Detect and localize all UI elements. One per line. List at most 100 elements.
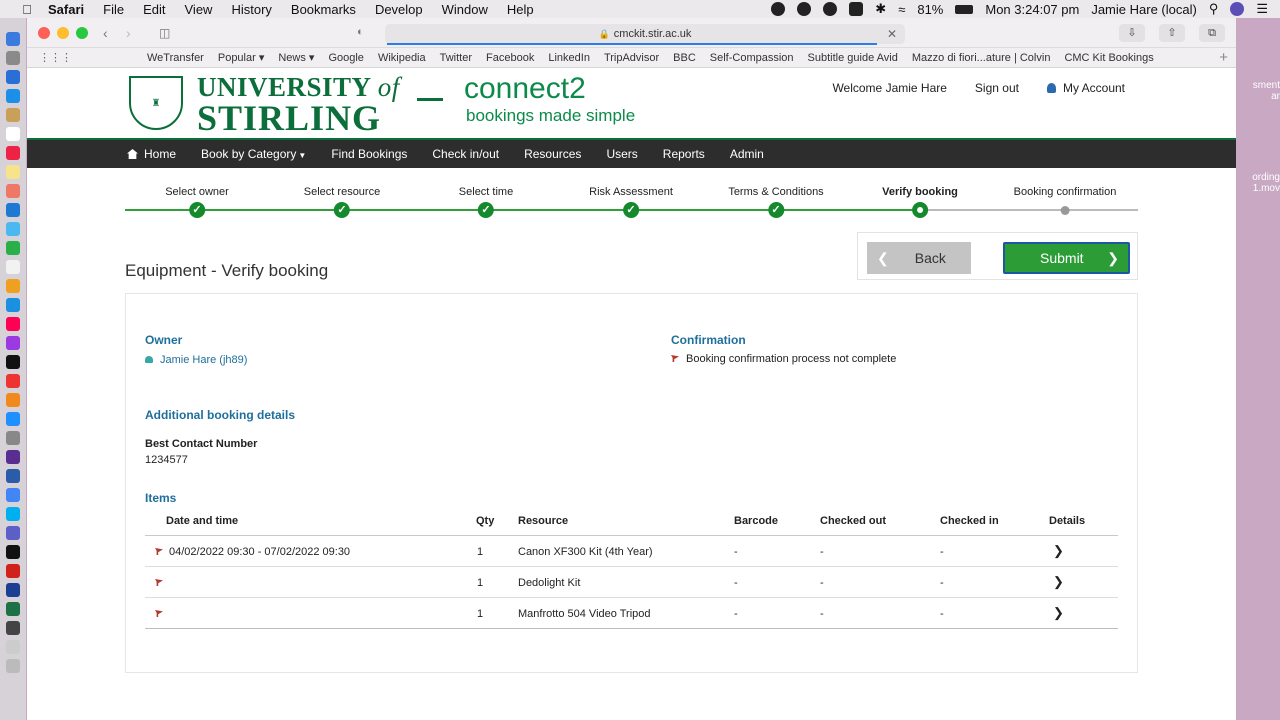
step-risk-assessment[interactable]: Risk Assessment ✓ bbox=[589, 186, 673, 218]
step-select-owner[interactable]: Select owner ✓ bbox=[165, 186, 229, 218]
university-crest-logo[interactable]: ♜ bbox=[129, 76, 183, 130]
notes-app-icon[interactable] bbox=[6, 108, 20, 122]
forward-arrow-icon[interactable]: › bbox=[126, 25, 131, 41]
menu-file[interactable]: File bbox=[103, 2, 124, 17]
address-bar[interactable]: 🔒 cmckit.stir.ac.uk ✕ bbox=[385, 24, 905, 45]
table-row[interactable]: 1 Manfrotto 504 Video Tripod - - - ❯ bbox=[145, 598, 1118, 629]
podcasts-icon[interactable] bbox=[6, 336, 20, 350]
menu-bookmarks[interactable]: Bookmarks bbox=[291, 2, 356, 17]
nav-book-by-category[interactable]: Book by Category ▼ bbox=[201, 147, 306, 161]
teams-icon[interactable] bbox=[6, 526, 20, 540]
desktop-side-label[interactable]: sment ar bbox=[1236, 80, 1280, 102]
step-terms-conditions[interactable]: Terms & Conditions ✓ bbox=[728, 186, 824, 218]
clock[interactable]: Mon 3:24:07 pm bbox=[985, 2, 1079, 17]
skype-icon[interactable] bbox=[6, 507, 20, 521]
fav-google[interactable]: Google bbox=[328, 52, 363, 64]
nav-home[interactable]: Home bbox=[127, 147, 176, 161]
details-chevron-icon[interactable]: ❯ bbox=[1053, 543, 1064, 559]
numbers-icon[interactable] bbox=[6, 279, 20, 293]
stop-loading-icon[interactable]: ✕ bbox=[887, 27, 897, 41]
app-store-icon[interactable] bbox=[6, 412, 20, 426]
menu-develop[interactable]: Develop bbox=[375, 2, 423, 17]
table-row[interactable]: 04/02/2022 09:30 - 07/02/2022 09:30 1 Ca… bbox=[145, 536, 1118, 567]
my-account-link[interactable]: My Account bbox=[1047, 81, 1125, 95]
battery-icon[interactable] bbox=[955, 4, 974, 14]
vpn-icon[interactable] bbox=[849, 2, 864, 16]
amazon-music-icon[interactable] bbox=[6, 583, 20, 597]
minimize-window-button[interactable] bbox=[57, 26, 69, 39]
nav-find-bookings[interactable]: Find Bookings bbox=[331, 147, 407, 161]
fav-linkedin[interactable]: LinkedIn bbox=[548, 52, 590, 64]
fav-twitter[interactable]: Twitter bbox=[440, 52, 472, 64]
stickies-icon[interactable] bbox=[6, 165, 20, 179]
fav-popular[interactable]: Popular ▾ bbox=[218, 51, 265, 64]
details-chevron-icon[interactable]: ❯ bbox=[1053, 574, 1064, 590]
spotlight-icon[interactable]: ⚲ bbox=[1209, 1, 1219, 17]
trash-icon[interactable] bbox=[6, 659, 20, 673]
fav-news[interactable]: News ▾ bbox=[278, 51, 314, 64]
news-icon[interactable] bbox=[6, 374, 20, 388]
textedit-icon[interactable] bbox=[6, 127, 20, 141]
sign-out-link[interactable]: Sign out bbox=[975, 81, 1019, 95]
menu-app-safari[interactable]: Safari bbox=[48, 2, 84, 17]
fav-cmc-kit-bookings[interactable]: CMC Kit Bookings bbox=[1064, 52, 1153, 64]
chrome-icon[interactable] bbox=[6, 488, 20, 502]
tv-icon[interactable] bbox=[6, 355, 20, 369]
fav-subtitle-guide[interactable]: Subtitle guide Avid bbox=[808, 52, 898, 64]
siri-icon[interactable] bbox=[1230, 2, 1245, 16]
drive-icon[interactable] bbox=[797, 2, 812, 16]
desktop-file-label[interactable]: ording 1.mov bbox=[1236, 172, 1280, 194]
safari-icon[interactable] bbox=[6, 70, 20, 84]
freeform-icon[interactable] bbox=[6, 260, 20, 274]
fav-wetransfer[interactable]: WeTransfer bbox=[147, 52, 204, 64]
facetime-icon[interactable] bbox=[6, 241, 20, 255]
keynote-icon[interactable] bbox=[6, 298, 20, 312]
share-icon[interactable]: ⇧ bbox=[1159, 24, 1185, 42]
fav-mazzo-di-fiori[interactable]: Mazzo di fiori...ature | Colvin bbox=[912, 52, 1051, 64]
system-preferences-icon[interactable] bbox=[6, 431, 20, 445]
user-menu[interactable]: Jamie Hare (local) bbox=[1091, 2, 1196, 17]
battery-percent[interactable]: 81% bbox=[917, 2, 943, 17]
menu-help[interactable]: Help bbox=[507, 2, 534, 17]
back-arrow-icon[interactable]: ‹ bbox=[103, 25, 108, 41]
books-icon[interactable] bbox=[6, 393, 20, 407]
creative-cloud-icon[interactable] bbox=[823, 2, 838, 16]
bluetooth-icon[interactable]: ✱ bbox=[875, 1, 886, 17]
control-center-icon[interactable]: ☰ bbox=[1256, 1, 1268, 17]
step-select-resource[interactable]: Select resource ✓ bbox=[304, 186, 380, 218]
fav-facebook[interactable]: Facebook bbox=[486, 52, 534, 64]
fav-self-compassion[interactable]: Self-Compassion bbox=[710, 52, 794, 64]
tab-overview-icon[interactable]: ⧉ bbox=[1199, 24, 1225, 42]
close-window-button[interactable] bbox=[38, 26, 50, 39]
nav-users[interactable]: Users bbox=[606, 147, 637, 161]
nav-check-in-out[interactable]: Check in/out bbox=[432, 147, 499, 161]
finder-icon[interactable] bbox=[6, 32, 20, 46]
nav-resources[interactable]: Resources bbox=[524, 147, 581, 161]
menu-window[interactable]: Window bbox=[442, 2, 488, 17]
apple-menu-icon[interactable]:  bbox=[18, 2, 36, 17]
acrobat-icon[interactable] bbox=[6, 564, 20, 578]
calendar-icon[interactable] bbox=[6, 146, 20, 160]
excel-icon[interactable] bbox=[6, 602, 20, 616]
avid-icon[interactable] bbox=[6, 545, 20, 559]
owner-link[interactable]: Jamie Hare (jh89) bbox=[145, 354, 247, 366]
privacy-shield-icon[interactable]: ◐ bbox=[357, 26, 364, 38]
launchpad-icon[interactable] bbox=[6, 51, 20, 65]
record-icon[interactable] bbox=[771, 2, 786, 16]
sidebar-toggle-icon[interactable]: ◫ bbox=[159, 26, 170, 40]
messages-icon[interactable] bbox=[6, 222, 20, 236]
fav-bbc[interactable]: BBC bbox=[673, 52, 696, 64]
grid-icon[interactable]: ⋮⋮⋮ bbox=[39, 51, 72, 64]
word-icon[interactable] bbox=[6, 469, 20, 483]
menu-edit[interactable]: Edit bbox=[143, 2, 165, 17]
music-icon[interactable] bbox=[6, 317, 20, 331]
fav-tripadvisor[interactable]: TripAdvisor bbox=[604, 52, 659, 64]
back-button[interactable]: ❮ Back bbox=[867, 242, 971, 274]
wifi-icon[interactable]: ≈ bbox=[898, 2, 905, 17]
downloads-icon[interactable] bbox=[6, 640, 20, 654]
downloads-icon[interactable]: ⇩ bbox=[1119, 24, 1145, 42]
quicktime-icon[interactable] bbox=[6, 621, 20, 635]
nav-admin[interactable]: Admin bbox=[730, 147, 764, 161]
zoom-window-button[interactable] bbox=[76, 26, 88, 39]
fav-wikipedia[interactable]: Wikipedia bbox=[378, 52, 426, 64]
